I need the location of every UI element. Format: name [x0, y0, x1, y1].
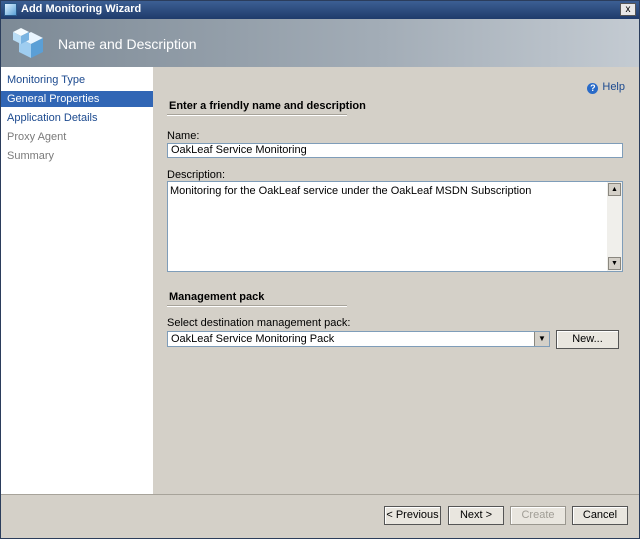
new-management-pack-button[interactable]: New... — [556, 330, 619, 349]
description-scrollbar[interactable]: ▲ ▼ — [607, 182, 622, 271]
help-label[interactable]: Help — [602, 81, 625, 93]
create-button: Create — [510, 506, 566, 525]
cubes-icon — [13, 28, 43, 58]
wizard-window: Add Monitoring Wizard x Name and Descrip… — [0, 0, 640, 539]
section-title-management-pack: Management pack — [169, 291, 265, 303]
wizard-icon — [4, 3, 17, 16]
section-divider — [167, 114, 347, 116]
name-label: Name: — [167, 130, 200, 142]
wizard-nav: Monitoring Type General Properties Appli… — [1, 67, 153, 494]
management-pack-label: Select destination management pack: — [167, 317, 351, 329]
nav-item-general-properties[interactable]: General Properties — [1, 91, 153, 107]
nav-item-application-details[interactable]: Application Details — [1, 110, 153, 126]
name-field[interactable]: OakLeaf Service Monitoring — [167, 143, 623, 158]
help-icon: ? — [587, 83, 599, 94]
section-divider — [167, 305, 347, 307]
management-pack-select[interactable]: OakLeaf Service Monitoring Pack ▼ — [167, 331, 550, 347]
next-button[interactable]: Next > — [448, 506, 504, 525]
window-title: Add Monitoring Wizard — [21, 3, 142, 15]
nav-item-summary: Summary — [7, 150, 55, 162]
cancel-button[interactable]: Cancel — [572, 506, 628, 525]
nav-item-proxy-agent: Proxy Agent — [7, 131, 67, 143]
nav-item-monitoring-type[interactable]: Monitoring Type — [1, 72, 153, 88]
management-pack-value: OakLeaf Service Monitoring Pack — [171, 333, 335, 345]
section-title-name-description: Enter a friendly name and description — [169, 100, 366, 112]
scroll-down-icon[interactable]: ▼ — [608, 257, 621, 270]
title-bar: Add Monitoring Wizard x — [1, 1, 639, 19]
wizard-header: Name and Description — [1, 19, 639, 67]
previous-button[interactable]: < Previous — [384, 506, 441, 525]
description-text: Monitoring for the OakLeaf service under… — [170, 185, 532, 197]
description-label: Description: — [167, 169, 226, 181]
footer-divider — [1, 494, 639, 495]
scroll-up-icon[interactable]: ▲ — [608, 183, 621, 196]
close-button[interactable]: x — [620, 3, 636, 16]
description-field[interactable]: Monitoring for the OakLeaf service under… — [167, 181, 623, 272]
wizard-content: ? Help Enter a friendly name and descript… — [153, 67, 639, 494]
page-title: Name and Description — [58, 36, 197, 52]
help-link[interactable]: ? Help — [587, 81, 625, 94]
chevron-down-icon[interactable]: ▼ — [534, 332, 549, 346]
